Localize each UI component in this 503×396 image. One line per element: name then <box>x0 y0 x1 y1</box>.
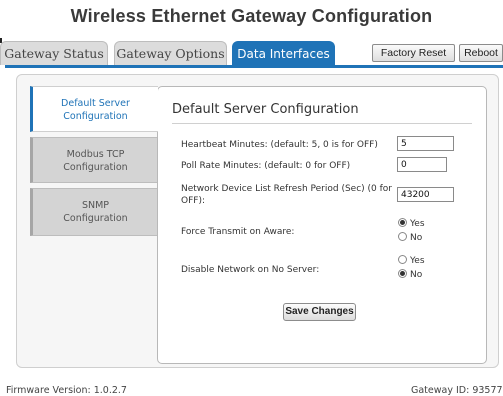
sidebar-item-label: Default Server <box>61 98 130 109</box>
disable-network-no-label: No <box>410 270 423 280</box>
heading-divider <box>172 123 472 124</box>
sidebar-item-snmp[interactable]: SNMP Configuration <box>30 188 158 236</box>
force-transmit-label: Force Transmit on Aware: <box>181 227 295 237</box>
radio-unselected-icon[interactable] <box>398 232 407 241</box>
poll-rate-label: Poll Rate Minutes: (default: 0 for OFF) <box>181 161 351 171</box>
sidebar-item-label: SNMP <box>81 200 110 211</box>
radio-selected-icon[interactable] <box>398 218 407 227</box>
default-server-config-panel: Default Server Configuration Heartbeat M… <box>157 86 487 364</box>
reboot-button[interactable]: Reboot <box>459 44 503 62</box>
page-title: Wireless Ethernet Gateway Configuration <box>70 6 433 26</box>
factory-reset-button[interactable]: Factory Reset <box>372 44 455 62</box>
gateway-id: Gateway ID: 935772 <box>411 385 503 396</box>
heartbeat-label: Heartbeat Minutes: (default: 5, 0 is for… <box>181 140 378 150</box>
save-changes-button[interactable]: Save Changes <box>283 303 356 321</box>
disable-network-label: Disable Network on No Server: <box>181 265 320 275</box>
disable-network-yes-label: Yes <box>410 256 425 266</box>
radio-selected-icon[interactable] <box>398 269 407 278</box>
force-transmit-yes-label: Yes <box>410 219 425 229</box>
firmware-version: Firmware Version: 1.0.2.7 <box>6 385 127 396</box>
force-transmit-yes-option[interactable]: Yes <box>398 218 425 230</box>
radio-unselected-icon[interactable] <box>398 255 407 264</box>
disable-network-yes-option[interactable]: Yes <box>398 255 425 267</box>
heartbeat-input[interactable] <box>397 136 454 151</box>
refresh-period-label-line: OFF): <box>181 196 205 206</box>
sidebar-item-label: Configuration <box>63 111 128 122</box>
refresh-period-label: Network Device List Refresh Period (Sec)… <box>181 183 392 207</box>
force-transmit-no-label: No <box>410 233 423 243</box>
tab-gateway-options[interactable]: Gateway Options <box>114 41 227 65</box>
sidebar-item-modbus-tcp[interactable]: Modbus TCP Configuration <box>30 137 158 183</box>
force-transmit-no-option[interactable]: No <box>398 232 422 244</box>
refresh-period-label-line: Network Device List Refresh Period (Sec)… <box>181 184 392 194</box>
refresh-period-input[interactable] <box>397 187 454 202</box>
tab-data-interfaces[interactable]: Data Interfaces <box>232 41 335 65</box>
sidebar-item-label: Configuration <box>63 162 128 173</box>
sidebar-item-label: Modbus TCP <box>66 149 125 160</box>
panel-heading: Default Server Configuration <box>172 102 359 117</box>
poll-rate-input[interactable] <box>397 157 447 172</box>
sidebar-item-label: Configuration <box>63 213 128 224</box>
tab-gateway-status[interactable]: Gateway Status <box>0 41 108 65</box>
sidebar-item-default-server[interactable]: Default Server Configuration <box>30 86 158 132</box>
disable-network-no-option[interactable]: No <box>398 269 422 281</box>
